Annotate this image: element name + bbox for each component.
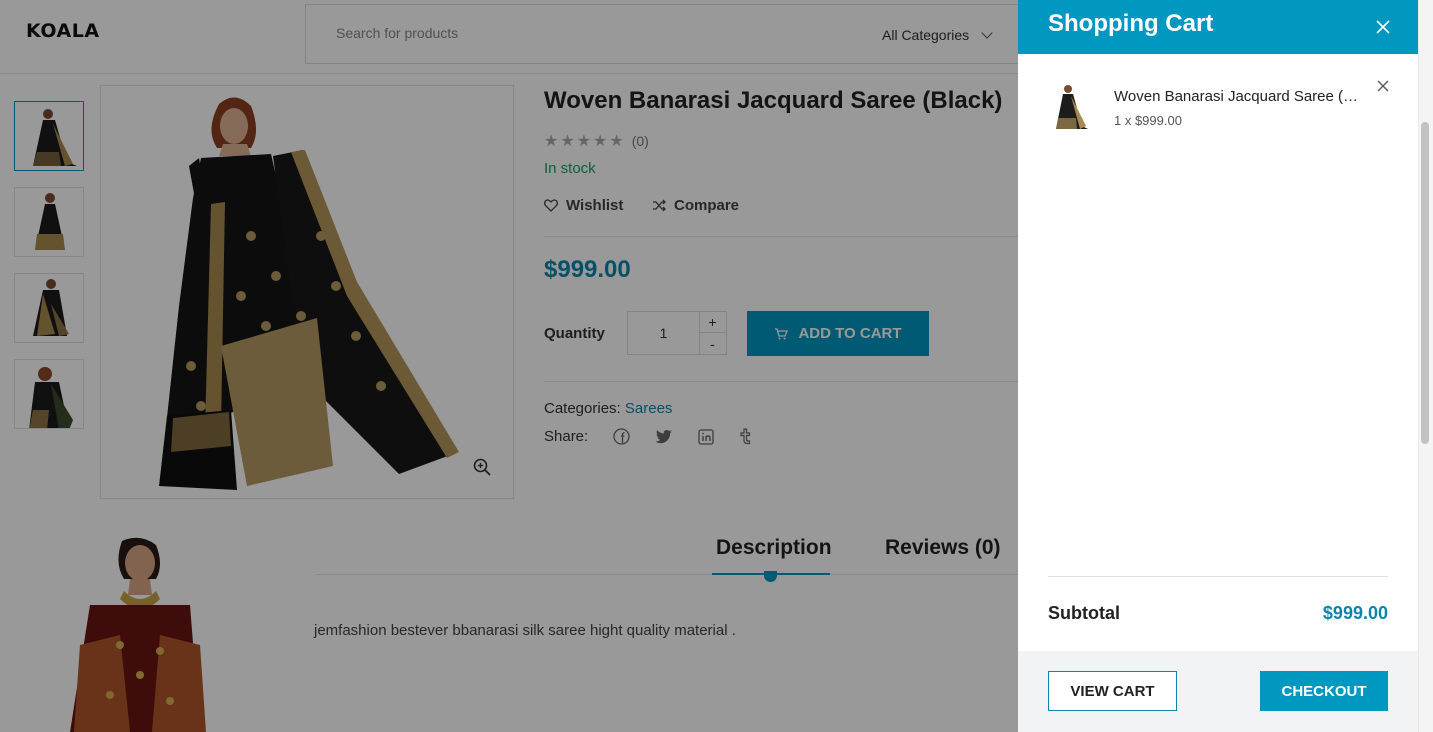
cart-item-quantity-price: 1 x $999.00 — [1114, 113, 1182, 128]
view-cart-button[interactable]: VIEW CART — [1048, 671, 1177, 711]
cart-header: Shopping Cart — [1018, 0, 1418, 54]
shopping-cart-drawer: Shopping Cart Woven Banarasi Jacquard Sa… — [1018, 0, 1433, 732]
cart-footer: VIEW CART CHECKOUT — [1018, 651, 1418, 732]
checkout-button[interactable]: CHECKOUT — [1260, 671, 1388, 711]
cart-item-image[interactable] — [1048, 82, 1092, 132]
divider — [1048, 576, 1388, 577]
cart-item-name[interactable]: Woven Banarasi Jacquard Saree (Black) — [1114, 88, 1360, 105]
cart-title: Shopping Cart — [1048, 10, 1214, 37]
close-icon[interactable] — [1372, 16, 1394, 38]
remove-item-icon[interactable] — [1376, 79, 1390, 93]
subtotal-value: $999.00 — [1322, 603, 1388, 623]
subtotal-label: Subtotal — [1048, 603, 1120, 623]
scrollbar-thumb[interactable] — [1421, 122, 1429, 444]
